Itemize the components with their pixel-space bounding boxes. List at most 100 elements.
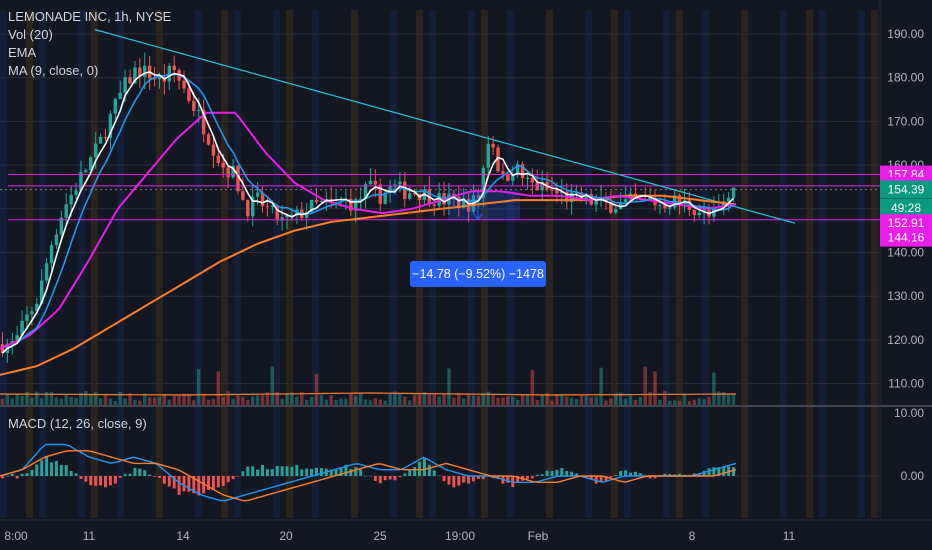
macd-histogram-bar	[452, 476, 456, 488]
candle-body	[221, 162, 225, 168]
session-band	[390, 10, 397, 405]
volume-bar	[672, 400, 677, 405]
volume-bar	[177, 395, 181, 405]
macd-histogram-bar	[40, 460, 44, 476]
macd-histogram-bar	[535, 474, 539, 476]
volume-bar	[461, 398, 466, 405]
session-band	[221, 407, 228, 518]
macd-histogram-bar	[437, 475, 441, 477]
macd-histogram-bar	[69, 471, 73, 476]
macd-histogram-bar	[359, 469, 363, 476]
macd-histogram-bar	[462, 476, 466, 483]
macd-histogram-bar	[619, 470, 623, 476]
volume-bar	[162, 394, 167, 405]
candle-body	[187, 88, 191, 101]
macd-histogram-bar	[427, 464, 431, 476]
volume-bar	[250, 396, 255, 405]
candle-body	[530, 177, 535, 183]
macd-histogram-bar	[472, 476, 475, 482]
candle-body	[731, 187, 736, 198]
session-band	[195, 407, 202, 518]
macd-histogram-bar	[368, 475, 372, 477]
macd-tick-label: 10.00	[894, 406, 924, 420]
volume-bar	[481, 393, 486, 405]
candle-body	[84, 170, 88, 173]
volume-bar	[255, 395, 260, 405]
session-band	[780, 10, 787, 405]
macd-histogram-bar	[246, 466, 250, 476]
price-tick-label: 140.00	[887, 246, 924, 260]
time-tick-label: 19:00	[445, 529, 475, 543]
candle-body	[192, 100, 196, 111]
candle-body	[44, 263, 49, 281]
volume-bar	[697, 398, 701, 405]
session-band	[819, 407, 826, 518]
price-tick-label: 190.00	[887, 27, 924, 41]
volume-bar	[417, 392, 422, 405]
macd-histogram-bar	[290, 466, 294, 476]
candle-body	[64, 204, 68, 218]
volume-bar	[10, 398, 14, 405]
volume-bar	[103, 393, 108, 405]
macd-histogram-bar	[609, 476, 613, 478]
macd-histogram-bar	[54, 460, 58, 476]
volume-indicator-label[interactable]: Vol (20)	[8, 26, 171, 44]
candle-body	[182, 80, 186, 89]
volume-bar	[565, 396, 569, 405]
macd-histogram-bar	[108, 476, 112, 486]
volume-bar	[113, 400, 118, 405]
volume-bar	[677, 400, 682, 405]
ema-indicator-label[interactable]: EMA	[8, 44, 171, 62]
volume-bar	[54, 397, 59, 405]
macd-histogram-bar	[432, 470, 436, 476]
ma-indicator-label[interactable]: MA (9, close, 0)	[8, 62, 171, 80]
volume-bar	[427, 394, 432, 405]
candle-body	[368, 180, 373, 185]
macd-histogram-bar	[378, 476, 382, 484]
volume-bar	[236, 394, 240, 405]
session-band	[585, 407, 592, 518]
candle-body	[486, 143, 490, 168]
macd-histogram-bar	[211, 476, 215, 491]
macd-histogram-bar	[388, 476, 392, 480]
price-tick-label: 120.00	[887, 333, 924, 347]
volume-bar	[555, 394, 559, 405]
volume-bar	[123, 398, 127, 405]
macd-histogram-bar	[113, 476, 117, 484]
macd-indicator-label[interactable]: MACD (12, 26, close, 9)	[8, 415, 147, 433]
macd-histogram-bar	[84, 476, 88, 482]
macd-histogram-bar	[614, 475, 618, 476]
volume-bar	[314, 373, 319, 405]
symbol-title[interactable]: LEMONADE INC, 1h, NYSE	[8, 8, 171, 26]
macd-histogram-bar	[383, 476, 387, 481]
volume-bar	[231, 398, 235, 405]
volume-bar	[476, 395, 481, 405]
volume-bar	[0, 398, 5, 405]
candle-body	[726, 197, 731, 202]
volume-bar	[447, 368, 451, 405]
volume-bar	[64, 394, 68, 405]
candle-body	[594, 200, 598, 205]
volume-bar	[59, 398, 64, 405]
candle-body	[525, 177, 530, 179]
macd-histogram-bar	[231, 476, 235, 480]
macd-histogram-bar	[256, 469, 260, 476]
chart-legend: LEMONADE INC, 1h, NYSE Vol (20) EMA MA (…	[8, 8, 171, 80]
volume-bar	[39, 398, 44, 405]
price-badge-label: 152.91	[888, 216, 925, 230]
volume-bar	[633, 399, 638, 405]
macd-histogram-bar	[64, 465, 68, 476]
session-band	[702, 407, 709, 518]
session-band	[390, 407, 397, 518]
macd-histogram-bar	[5, 475, 9, 477]
macd-histogram-bar	[241, 471, 245, 476]
session-band	[806, 407, 813, 518]
session-band	[546, 10, 553, 405]
candle-body	[211, 144, 216, 156]
price-tick-label: 110.00	[888, 377, 924, 391]
candle-body	[246, 199, 250, 217]
macd-histogram-bar	[99, 476, 103, 486]
macd-histogram-bar	[457, 476, 461, 486]
volume-bar	[147, 397, 152, 405]
session-band	[195, 10, 202, 405]
